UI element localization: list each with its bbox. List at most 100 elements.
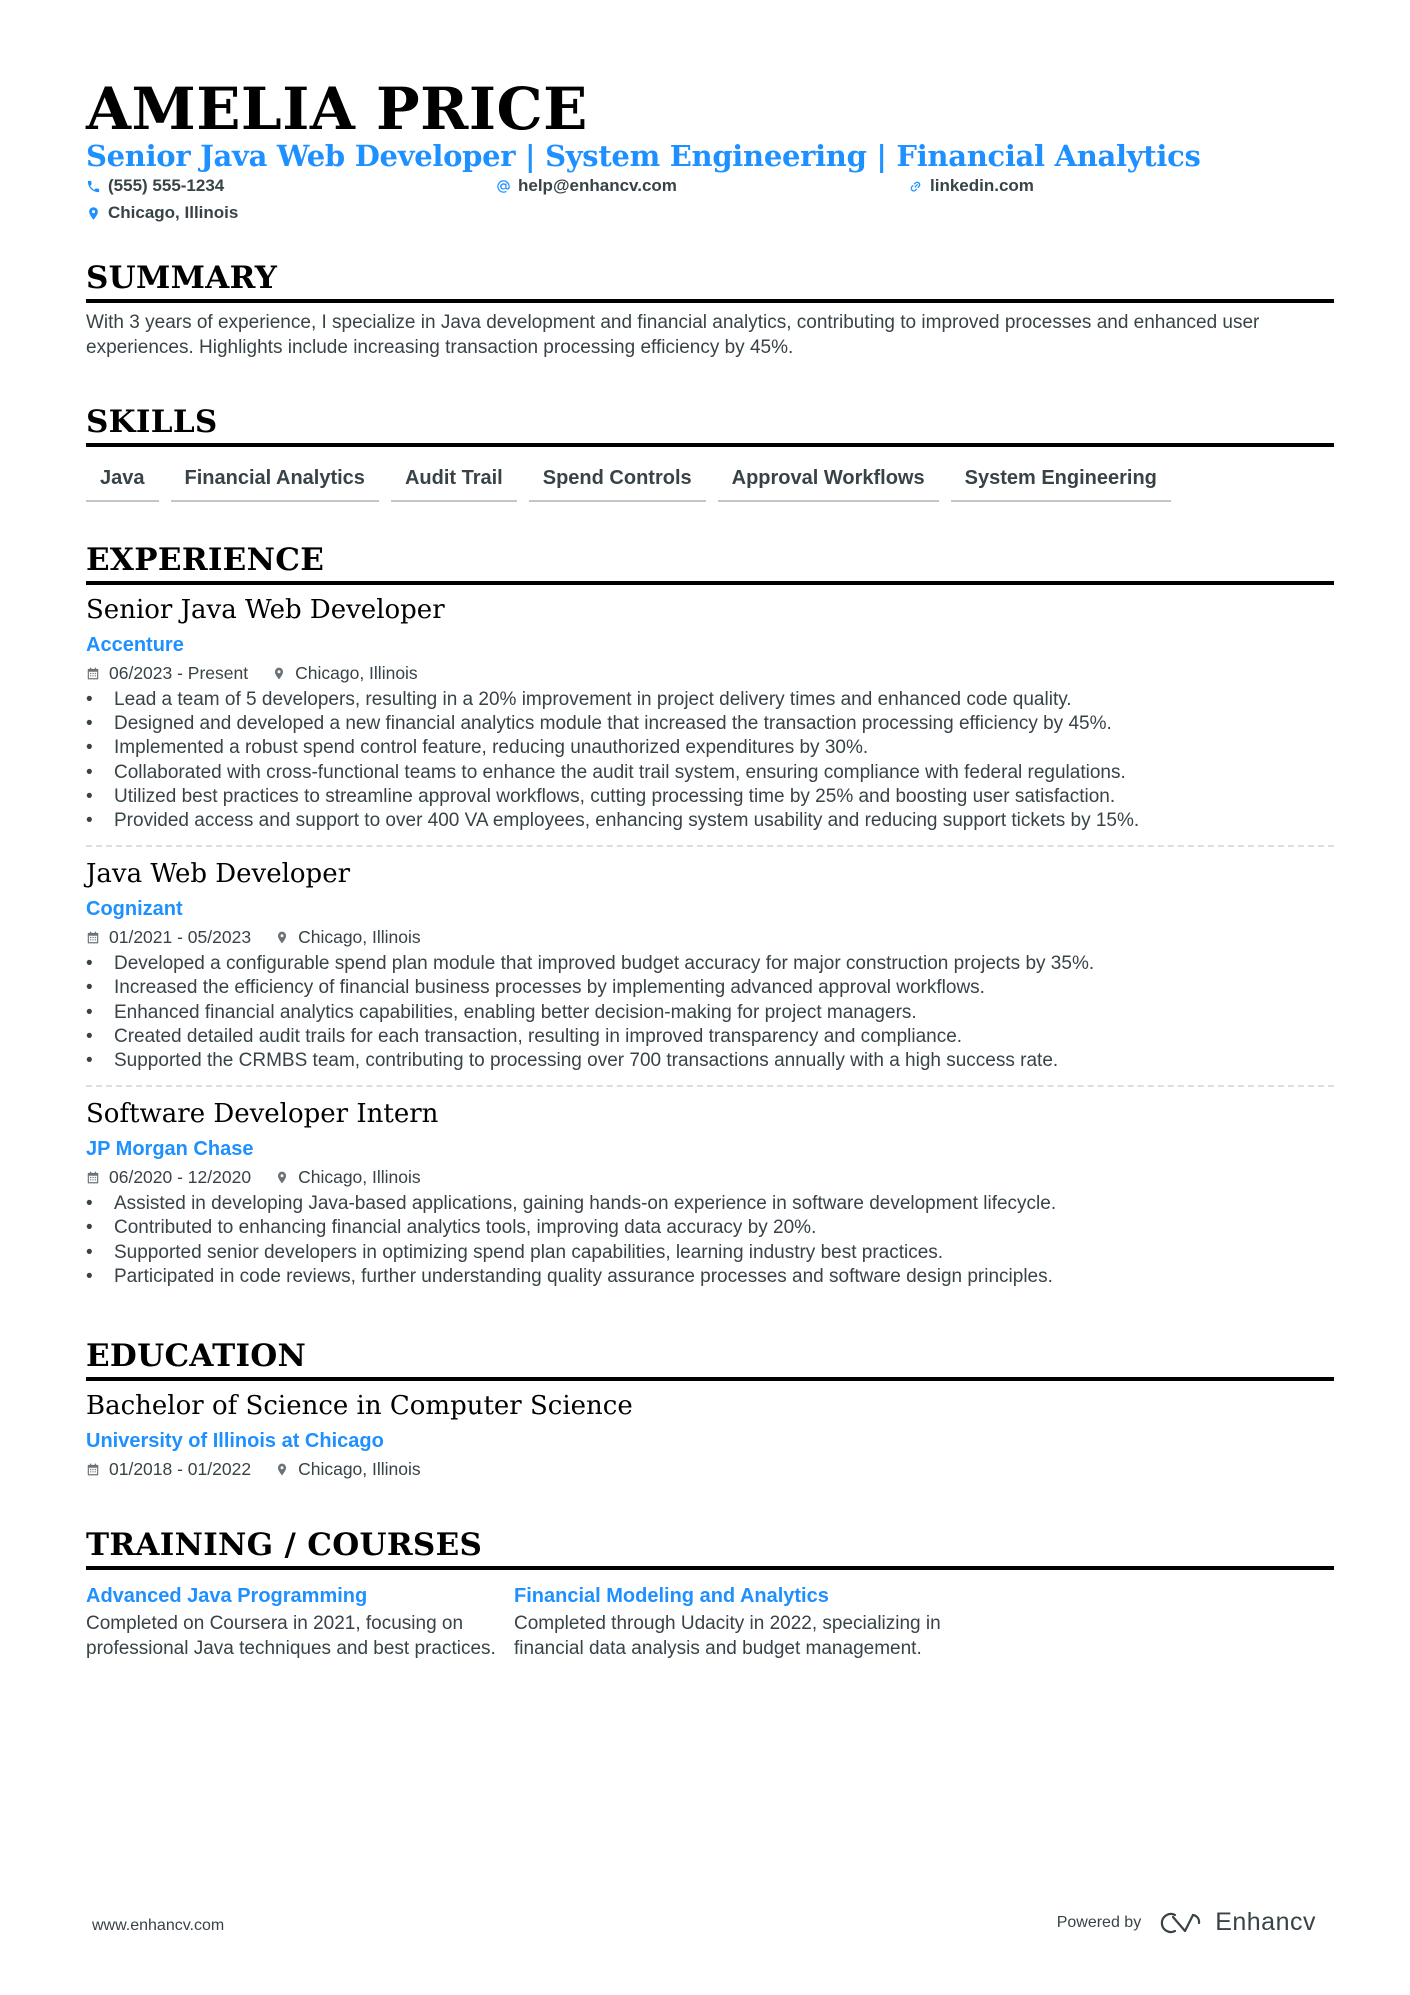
bullet-item: Utilized best practices to streamline ap… (86, 785, 1334, 809)
degree: Bachelor of Science in Computer Science (86, 1391, 633, 1421)
job-title: Software Developer Intern (86, 1099, 439, 1130)
link-icon (910, 181, 921, 191)
location-pin-icon (277, 1463, 287, 1475)
brand-name: Enhancv (1215, 1908, 1316, 1936)
job-location: Chicago, Illinois (275, 1165, 421, 1189)
location-text: Chicago, Illinois (295, 663, 418, 683)
calendar-icon (87, 1171, 99, 1184)
summary-text: With 3 years of experience, I specialize… (86, 312, 1260, 358)
education-dates: 01/2018 - 01/2022 (86, 1457, 251, 1481)
job-entry: Software Developer Intern JP Morgan Chas… (86, 1097, 1334, 1289)
courses-list: Advanced Java Programming Completed on C… (86, 1582, 1334, 1661)
website-link[interactable]: linkedin.com (930, 175, 1034, 197)
phone-icon (87, 180, 100, 192)
location-pin-icon (277, 931, 287, 944)
bullet-item: Assisted in developing Java-based applic… (86, 1192, 1334, 1216)
section-divider (86, 299, 1334, 303)
company-name: Cognizant (86, 898, 183, 921)
education-location: Chicago, Illinois (275, 1457, 421, 1481)
course-description: Completed on Coursera in 2021, focusing … (86, 1613, 496, 1659)
education-meta: 01/2018 - 01/2022 Chicago, Illinois (86, 1457, 1334, 1481)
section-divider (86, 443, 1334, 447)
bullet-item: Created detailed audit trails for each t… (86, 1025, 1334, 1049)
job-meta: 06/2020 - 12/2020 Chicago, Illinois (86, 1165, 1334, 1189)
brand-logo[interactable]: Enhancv (1159, 1908, 1316, 1937)
dates-text: 06/2023 - Present (109, 663, 249, 683)
course-item: Advanced Java Programming Completed on C… (86, 1582, 514, 1661)
headline: Senior Java Web Developer | System Engin… (86, 139, 1201, 173)
entry-divider (86, 1085, 1334, 1088)
section-divider (86, 1377, 1334, 1381)
experience-section: EXPERIENCE Senior Java Web Developer Acc… (86, 540, 1334, 1289)
calendar-icon (87, 931, 99, 944)
job-meta: 01/2021 - 05/2023 Chicago, Illinois (86, 925, 1334, 949)
location-text: Chicago, Illinois (298, 927, 421, 948)
bullet-item: Supported the CRMBS team, contributing t… (86, 1049, 1334, 1073)
skills-section: SKILLS Java Financial Analytics Audit Tr… (86, 402, 1334, 502)
job-location: Chicago, Illinois (272, 661, 418, 685)
candidate-name: AMELIA PRICE (86, 75, 588, 143)
at-icon (497, 179, 510, 193)
bullet-item: Developed a configurable spend plan modu… (86, 952, 1334, 976)
bullet-item: Enhanced financial analytics capabilitie… (86, 1001, 1334, 1025)
powered-by-label: Powered by (1056, 1913, 1142, 1931)
bullet-item: Implemented a robust spend control featu… (86, 736, 1334, 760)
skill-tag: Spend Controls (528, 465, 706, 502)
job-entry: Senior Java Web Developer Accenture 06/2… (86, 593, 1334, 848)
job-dates: 06/2023 - Present (86, 661, 248, 685)
bullet-item: Provided access and support to over 400 … (86, 809, 1334, 833)
skill-tag: Java (86, 465, 159, 502)
calendar-icon (87, 1463, 99, 1475)
location-text: Chicago, Illinois (298, 1167, 421, 1188)
bullet-item: Designed and developed a new financial a… (86, 712, 1334, 736)
bullet-item: Increased the efficiency of financial bu… (86, 976, 1334, 1000)
bullet-item: Lead a team of 5 developers, resulting i… (86, 688, 1334, 712)
dates-text: 06/2020 - 12/2020 (109, 1167, 252, 1188)
dates-text: 01/2018 - 01/2022 (109, 1459, 252, 1479)
course-item: Financial Modeling and Analytics Complet… (514, 1582, 942, 1661)
footer-website[interactable]: www.enhancv.com (92, 1917, 224, 1935)
email-address[interactable]: help@enhancv.com (518, 175, 677, 197)
job-bullets: Assisted in developing Java-based applic… (86, 1192, 1334, 1289)
location: Chicago, Illinois (108, 203, 239, 222)
enhancv-logo-icon (1161, 1912, 1201, 1933)
job-dates: 01/2021 - 05/2023 (86, 925, 251, 949)
phone-number: (555) 555-1234 (108, 176, 225, 195)
job-title: Senior Java Web Developer (86, 595, 445, 625)
section-title: TRAINING / COURSES (86, 1527, 483, 1563)
location-pin-icon (89, 206, 98, 220)
school-name: University of Illinois at Chicago (86, 1430, 384, 1452)
section-title: SUMMARY (86, 260, 278, 296)
company-name: Accenture (86, 634, 184, 656)
job-location: Chicago, Illinois (275, 925, 421, 949)
section-title: SKILLS (86, 404, 218, 440)
job-dates: 06/2020 - 12/2020 (86, 1165, 251, 1189)
section-divider (86, 581, 1334, 585)
course-title: Advanced Java Programming (86, 1585, 368, 1607)
bullet-item: Participated in code reviews, further un… (86, 1265, 1334, 1289)
skill-tag: Approval Workflows (717, 465, 939, 502)
skills-list: Java Financial Analytics Audit Trail Spe… (86, 465, 1334, 502)
job-title: Java Web Developer (86, 859, 351, 890)
bullet-item: Supported senior developers in optimizin… (86, 1241, 1334, 1265)
job-bullets: Developed a configurable spend plan modu… (86, 952, 1334, 1073)
skill-tag: Financial Analytics (170, 465, 379, 502)
entry-divider (86, 845, 1334, 848)
contact-website: linkedin.com (908, 175, 1034, 197)
footer-branding: Powered by Enhancv (1057, 1908, 1316, 1937)
section-divider (86, 1566, 1334, 1570)
skill-tag: System Engineering (950, 465, 1171, 502)
education-entry: Bachelor of Science in Computer Science … (86, 1389, 1334, 1481)
contact-location: Chicago, Illinois (86, 202, 238, 224)
course-title: Financial Modeling and Analytics (514, 1585, 829, 1607)
skill-tag: Audit Trail (390, 465, 517, 502)
bullet-item: Contributed to enhancing financial analy… (86, 1216, 1334, 1240)
bullet-item: Collaborated with cross-functional teams… (86, 761, 1334, 785)
course-description: Completed through Udacity in 2022, speci… (514, 1613, 941, 1659)
job-entry: Java Web Developer Cognizant 01/2021 - 0… (86, 857, 1334, 1088)
location-text: Chicago, Illinois (298, 1459, 421, 1479)
location-pin-icon (277, 1171, 287, 1184)
section-title: EDUCATION (86, 1338, 307, 1374)
job-meta: 06/2023 - Present Chicago, Illinois (86, 661, 1334, 685)
calendar-icon (87, 667, 99, 679)
